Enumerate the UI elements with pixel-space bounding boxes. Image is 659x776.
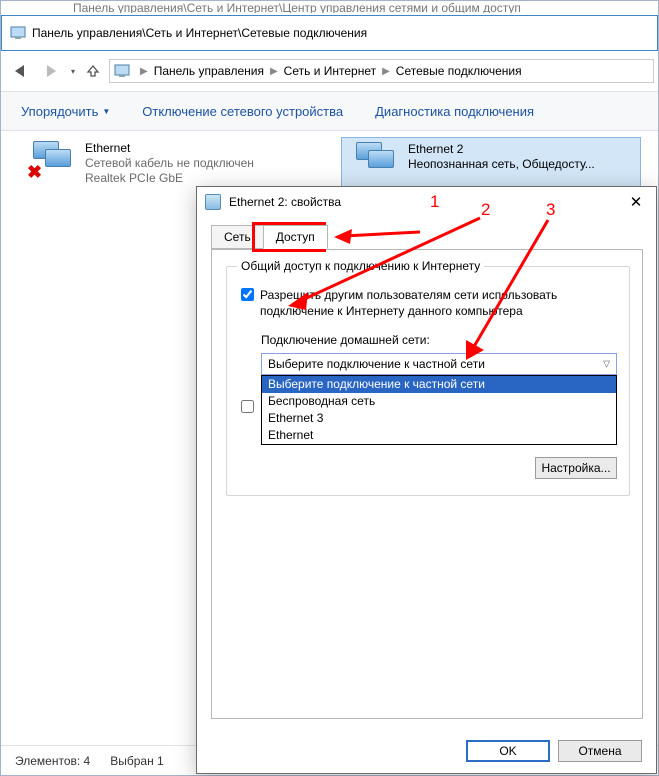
groupbox-legend: Общий доступ к подключению к Интернету [237,259,484,273]
dialog-titlebar[interactable]: Ethernet 2: свойства ✕ [197,187,656,217]
combo-selected-value: Выберите подключение к частной сети [268,357,485,371]
address-bar-row: ▾ ▶ Панель управления ▶ Сеть и Интернет … [1,51,658,91]
allow-control-checkbox[interactable] [241,400,254,413]
breadcrumb-bar[interactable]: ▶ Панель управления ▶ Сеть и Интернет ▶ … [109,59,654,83]
nav-forward-button[interactable] [37,57,65,85]
window-title: Панель управления\Сеть и Интернет\Сетевы… [32,26,367,40]
ok-button[interactable]: OK [466,740,550,762]
combo-option[interactable]: Ethernet 3 [262,410,616,427]
control-panel-icon [10,25,26,41]
chevron-down-icon: ▼ [102,107,110,116]
chevron-right-icon: ▶ [380,66,392,77]
disable-device-button[interactable]: Отключение сетевого устройства [142,104,343,119]
connection-item-selected[interactable]: Ethernet 2 Неопознанная сеть, Общедосту.… [341,137,641,189]
nav-up-button[interactable] [81,59,105,83]
connection-item[interactable]: ✖ Ethernet Сетевой кабель не подключен R… [19,137,319,189]
connection-status: Неопознанная сеть, Общедосту... [408,157,595,172]
combo-option[interactable]: Выберите подключение к частной сети [262,376,616,393]
connection-name: Ethernet 2 [408,142,595,157]
chevron-right-icon: ▶ [138,66,150,77]
parent-window-title: Панель управления\Сеть и Интернет\Центр … [1,1,658,13]
nav-back-button[interactable] [5,57,33,85]
ics-groupbox: Общий доступ к подключению к Интернету Р… [226,266,630,496]
breadcrumb-item[interactable]: Панель управления [152,64,266,78]
properties-dialog: Ethernet 2: свойства ✕ Сеть Доступ Общий… [196,186,657,774]
settings-button[interactable]: Настройка... [535,457,617,479]
status-element-count: Элементов: 4 [15,754,90,768]
home-connection-dropdown-list[interactable]: Выберите подключение к частной сети Бесп… [261,375,617,445]
connection-name: Ethernet [85,141,254,156]
home-connection-combo[interactable]: Выберите подключение к частной сети ▽ [261,353,617,375]
diagnose-button[interactable]: Диагностика подключения [375,104,534,119]
dialog-button-row: OK Отмена [197,729,656,773]
allow-sharing-label: Разрешить другим пользователям сети испо… [260,287,615,319]
connection-adapter: Realtek PCIe GbE [85,171,254,186]
breadcrumb-item[interactable]: Сетевые подключения [394,64,524,78]
chevron-right-icon: ▶ [268,66,280,77]
dialog-tabstrip: Сеть Доступ [211,225,327,249]
network-adapter-icon: ✖ [27,141,75,181]
dialog-panel: Общий доступ к подключению к Интернету Р… [211,249,643,719]
dialog-title: Ethernet 2: свойства [229,195,341,209]
network-adapter-icon [350,142,398,182]
tab-access[interactable]: Доступ [263,225,328,249]
breadcrumb-item[interactable]: Сеть и Интернет [282,64,378,78]
window-titlebar: Панель управления\Сеть и Интернет\Сетевы… [1,15,658,51]
nic-icon [205,194,221,210]
control-panel-icon [114,63,130,79]
command-bar: Упорядочить ▼ Отключение сетевого устрой… [1,91,658,131]
home-connection-label: Подключение домашней сети: [261,333,430,347]
close-button[interactable]: ✕ [622,191,650,213]
organize-menu[interactable]: Упорядочить ▼ [21,104,110,119]
chevron-down-icon: ▽ [603,359,610,370]
tab-network[interactable]: Сеть [211,225,264,249]
combo-option[interactable]: Беспроводная сеть [262,393,616,410]
organize-label: Упорядочить [21,104,98,119]
cancel-button[interactable]: Отмена [558,740,642,762]
combo-option[interactable]: Ethernet [262,427,616,444]
status-selected-count: Выбран 1 [110,754,163,768]
allow-sharing-checkbox[interactable] [241,288,254,301]
allow-sharing-checkbox-row[interactable]: Разрешить другим пользователям сети испо… [241,287,615,319]
nav-history-dropdown[interactable]: ▾ [69,67,77,76]
disconnected-icon: ✖ [27,163,45,181]
connection-status: Сетевой кабель не подключен [85,156,254,171]
